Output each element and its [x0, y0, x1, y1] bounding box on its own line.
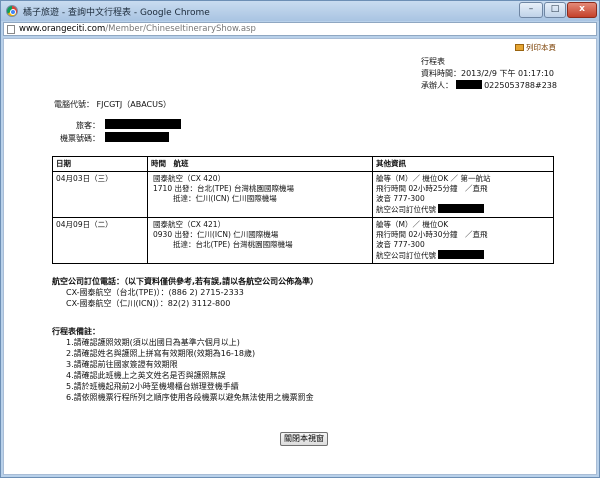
print-page-link[interactable]: 列印本頁 [515, 42, 556, 53]
column-header-date: 日期 [52, 156, 148, 172]
itinerary-meta: 行程表 資料時間：2013/2/9 下午 01:17:10 承辦人： 02250… [421, 56, 557, 92]
close-window-page-button[interactable]: 關閉本視窗 [280, 432, 328, 446]
title-bar: 橘子旅遊 - 查詢中文行程表 - Google Chrome – □ x [1, 1, 599, 21]
ticket-row: 機票號碼： [54, 132, 181, 145]
row-date: 04月09日（二） [52, 217, 148, 264]
page-icon [7, 25, 15, 34]
row-info-cell: 艙等（M）／ 機位OK ／ 第一航站 飛行時間 02小時25分鐘 ／直飛 波音 … [372, 171, 554, 218]
remark-line: 1.請確認護照效期(須以出國日為基準六個月以上) [66, 338, 240, 347]
address-bar[interactable]: www.orangeciti.com/Member/ChineseItinera… [3, 22, 597, 36]
airline-phone-section: 航空公司訂位電話：（以下資料僅供參考,若有誤,請以各航空公司公佈為準） CX-國… [52, 276, 318, 309]
flight-arrival: 抵達：台北(TPE) 台灣桃園國際機場 [173, 240, 293, 249]
minimize-button[interactable]: – [519, 2, 543, 18]
airline-phone-title: 航空公司訂位電話：（以下資料僅供參考,若有誤,請以各航空公司公佈為準） [52, 277, 319, 286]
remark-line: 5.請於班機起飛前2小時至機場櫃台辦理登機手續 [66, 382, 239, 391]
redacted-ticket-number [104, 132, 169, 142]
contact-phone: 0225053788#238 [484, 81, 557, 90]
row-date: 04月03日（三） [52, 171, 148, 218]
maximize-button[interactable]: □ [544, 2, 566, 18]
airline-phone-line: CX-國泰航空（仁川(ICN)）：82(2) 3112-800 [66, 299, 231, 308]
itinerary-table: 日期 時間 航班 其他資訊 04月03日（三） 國泰航空（CX 420） 171… [52, 156, 554, 264]
redacted-passenger-name [104, 119, 181, 129]
redacted-booking-code [438, 204, 485, 213]
window-title: 橘子旅遊 - 查詢中文行程表 - Google Chrome [23, 8, 210, 18]
remark-line: 3.請確認前往國家簽證有效期限 [66, 360, 178, 369]
remarks-section: 行程表備註： 1.請確認護照效期(須以出國日為基準六個月以上) 2.請確認姓名與… [52, 326, 314, 403]
row-info-cell: 艙等（M）／ 機位OK 飛行時間 02小時30分鐘 ／直飛 波音 777-300… [372, 217, 554, 264]
chrome-icon [6, 5, 18, 17]
meta-data-time: 資料時間：2013/2/9 下午 01:17:10 [421, 69, 554, 78]
remark-line: 2.請確認姓名與護照上拼寫有效期限(效期為16-18歲) [66, 349, 256, 358]
booking-code-label: 航空公司訂位代號 [376, 251, 436, 260]
print-label: 列印本頁 [526, 43, 556, 52]
flight-departure: 0930 出發：仁川(ICN) 仁川國際機場 [153, 230, 279, 239]
ticket-label: 機票號碼： [60, 134, 100, 143]
flight-departure: 1710 出發：台北(TPE) 台灣桃園國際機場 [153, 184, 295, 193]
table-header-row: 日期 時間 航班 其他資訊 [52, 156, 554, 172]
info-class: 艙等（M）／ 機位OK [376, 220, 449, 229]
booking-code-label: 航空公司訂位代號 [376, 205, 436, 214]
browser-window: 橘子旅遊 - 查詢中文行程表 - Google Chrome – □ x www… [0, 0, 600, 478]
row-flight-cell: 國泰航空（CX 420） 1710 出發：台北(TPE) 台灣桃園國際機場 抵達… [147, 171, 373, 218]
pnr-line: 電腦代號： FJCGTJ（ABACUS） [54, 100, 172, 109]
info-booking: 航空公司訂位代號 [376, 204, 550, 215]
info-aircraft: 波音 777-300 [376, 194, 425, 203]
redacted-contact-name [455, 80, 482, 89]
info-duration: 飛行時間 02小時25分鐘 ／直飛 [376, 184, 488, 193]
info-duration: 飛行時間 02小時30分鐘 ／直飛 [376, 230, 488, 239]
page-content: 列印本頁 行程表 資料時間：2013/2/9 下午 01:17:10 承辦人： … [3, 38, 597, 475]
remarks-title: 行程表備註： [52, 327, 100, 336]
row-flight-cell: 國泰航空（CX 421） 0930 出發：仁川(ICN) 仁川國際機場 抵達：台… [147, 217, 373, 264]
airline-phone-line: CX-國泰航空（台北(TPE)）：(886 2) 2715-2333 [66, 288, 244, 297]
close-window-button[interactable]: x [567, 2, 597, 18]
printer-icon [515, 44, 524, 51]
contact-label: 承辦人： [421, 81, 453, 90]
url-text[interactable]: www.orangeciti.com/Member/ChineseItinera… [19, 24, 256, 34]
remark-line: 4.請確認此班機上之英文姓名是否與護照無誤 [66, 371, 226, 380]
table-row: 04月09日（二） 國泰航空（CX 421） 0930 出發：仁川(ICN) 仁… [52, 217, 554, 264]
info-class: 艙等（M）／ 機位OK ／ 第一航站 [376, 174, 491, 183]
flight-airline: 國泰航空（CX 420） [153, 174, 226, 183]
redacted-booking-code [438, 250, 485, 259]
meta-heading: 行程表 [421, 57, 445, 66]
url-host: www.orangeciti.com [19, 24, 106, 34]
passenger-block: 旅客： 機票號碼： [54, 119, 181, 145]
passenger-label: 旅客： [76, 121, 100, 130]
flight-airline: 國泰航空（CX 421） [153, 220, 226, 229]
info-aircraft: 波音 777-300 [376, 240, 425, 249]
table-row: 04月03日（三） 國泰航空（CX 420） 1710 出發：台北(TPE) 台… [52, 171, 554, 218]
info-booking: 航空公司訂位代號 [376, 250, 550, 261]
flight-arrival: 抵達：仁川(ICN) 仁川國際機場 [173, 194, 277, 203]
remark-line: 6.請依照機票行程所列之順序使用各段機票以避免無法使用之機票罰金 [66, 393, 314, 402]
column-header-info: 其他資訊 [372, 156, 554, 172]
passenger-row: 旅客： [54, 119, 181, 132]
column-header-flight: 時間 航班 [147, 156, 373, 172]
url-path: /Member/ChineseItineraryShow.asp [105, 24, 256, 34]
meta-contact: 承辦人： 0225053788#238 [421, 80, 557, 92]
